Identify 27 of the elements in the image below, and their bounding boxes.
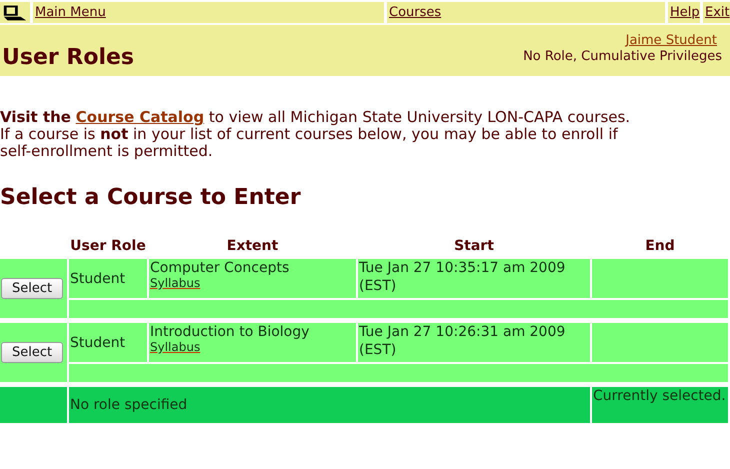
nav-link[interactable]: Courses [389,5,442,20]
column-header: User Role [69,237,147,256]
table-cell: Tue Jan 27 10:26:31 am 2009 (EST) [358,323,590,362]
select-button[interactable]: Select [1,278,64,299]
user-link[interactable]: Jaime Student [626,33,717,48]
table-cell [0,387,67,423]
column-header: Extent [226,237,280,256]
section-title: Select a Course to Enter [0,185,302,210]
syllabus-link[interactable]: Syllabus [150,341,355,354]
nav-link[interactable]: Main Menu [35,5,106,20]
table-cell: Student [69,323,147,362]
role-text: No Role, Cumulative Privileges [523,49,722,64]
computer-icon[interactable] [2,4,28,22]
course-name: Introduction to Biology [150,324,310,340]
select-button[interactable]: Select [1,342,64,363]
enroll-note: If a course is not in your list of current courses below, you may be able to enroll if self-enrollment is permitted. [0,126,619,160]
table-cell: Student [69,259,147,298]
table-cell: Tue Jan 27 10:35:17 am 2009 (EST) [358,259,590,298]
table-cell: No role specified [69,387,590,423]
page-title: User Roles [2,45,134,70]
course-name: Computer Concepts [150,260,290,276]
syllabus-link[interactable]: Syllabus [150,277,355,290]
table-cell: Currently selected. [592,387,728,423]
catalog-link[interactable]: Course Catalog [76,108,204,126]
column-header: Start [453,237,495,256]
column-header: End [644,237,676,256]
intro-text: Visit the Course Catalog to view all Michigan State University LON-CAPA courses. [0,109,632,126]
